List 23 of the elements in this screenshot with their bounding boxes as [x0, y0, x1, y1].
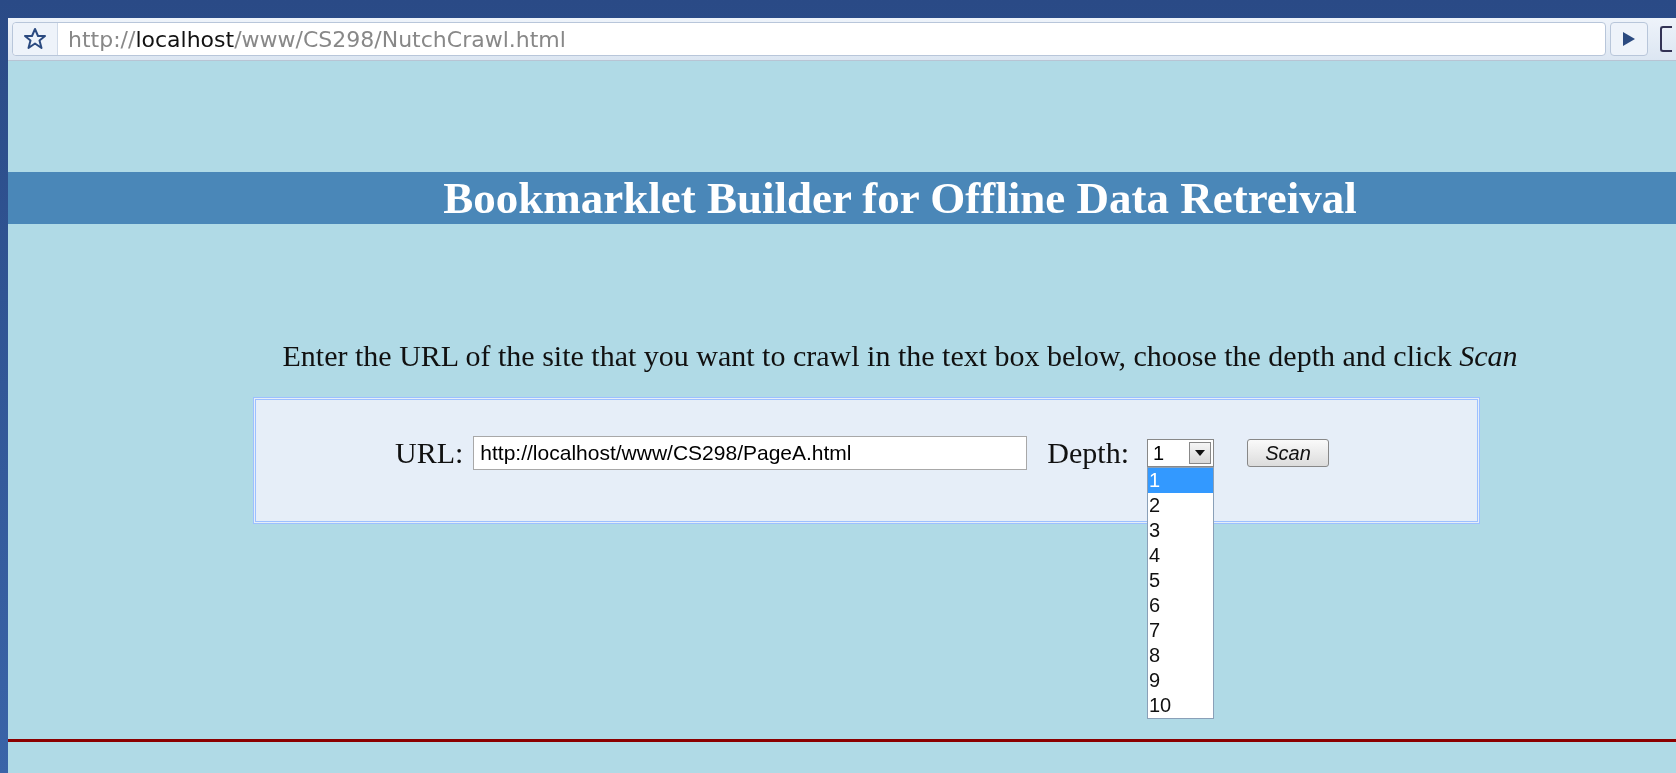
url-input[interactable]: http://localhost/www/CS298/PageA.html	[473, 436, 1028, 470]
dropdown-option[interactable]: 3	[1148, 518, 1213, 543]
dropdown-option[interactable]: 9	[1148, 668, 1213, 693]
dropdown-option[interactable]: 8	[1148, 643, 1213, 668]
depth-select[interactable]: 1	[1147, 439, 1214, 467]
scan-button[interactable]: Scan	[1247, 439, 1329, 467]
go-button[interactable]	[1610, 22, 1648, 56]
instructions-text: Enter the URL of the site that you want to crawl in the text box below, choose the depth and click Scan	[282, 339, 1518, 372]
url-text: http://localhost/www/CS298/NutchCrawl.html	[67, 26, 566, 52]
dropdown-option[interactable]: 4	[1148, 543, 1213, 568]
star-icon[interactable]	[23, 27, 47, 51]
dropdown-option[interactable]: 5	[1148, 568, 1213, 593]
dropdown-option[interactable]: 10	[1148, 693, 1213, 718]
page-icon[interactable]	[1660, 26, 1672, 52]
page-title: Bookmarklet Builder for Offline Data Retreival	[443, 172, 1357, 224]
dropdown-option[interactable]: 6	[1148, 593, 1213, 618]
play-icon	[1622, 31, 1636, 47]
dropdown-option[interactable]: 2	[1148, 493, 1213, 518]
dropdown-option[interactable]: 7	[1148, 618, 1213, 643]
caret-icon	[1195, 450, 1205, 456]
depth-label: Depth:	[1047, 436, 1129, 470]
address-field[interactable]: http://localhost/www/CS298/NutchCrawl.html	[12, 22, 1606, 56]
url-label: URL:	[395, 436, 464, 470]
